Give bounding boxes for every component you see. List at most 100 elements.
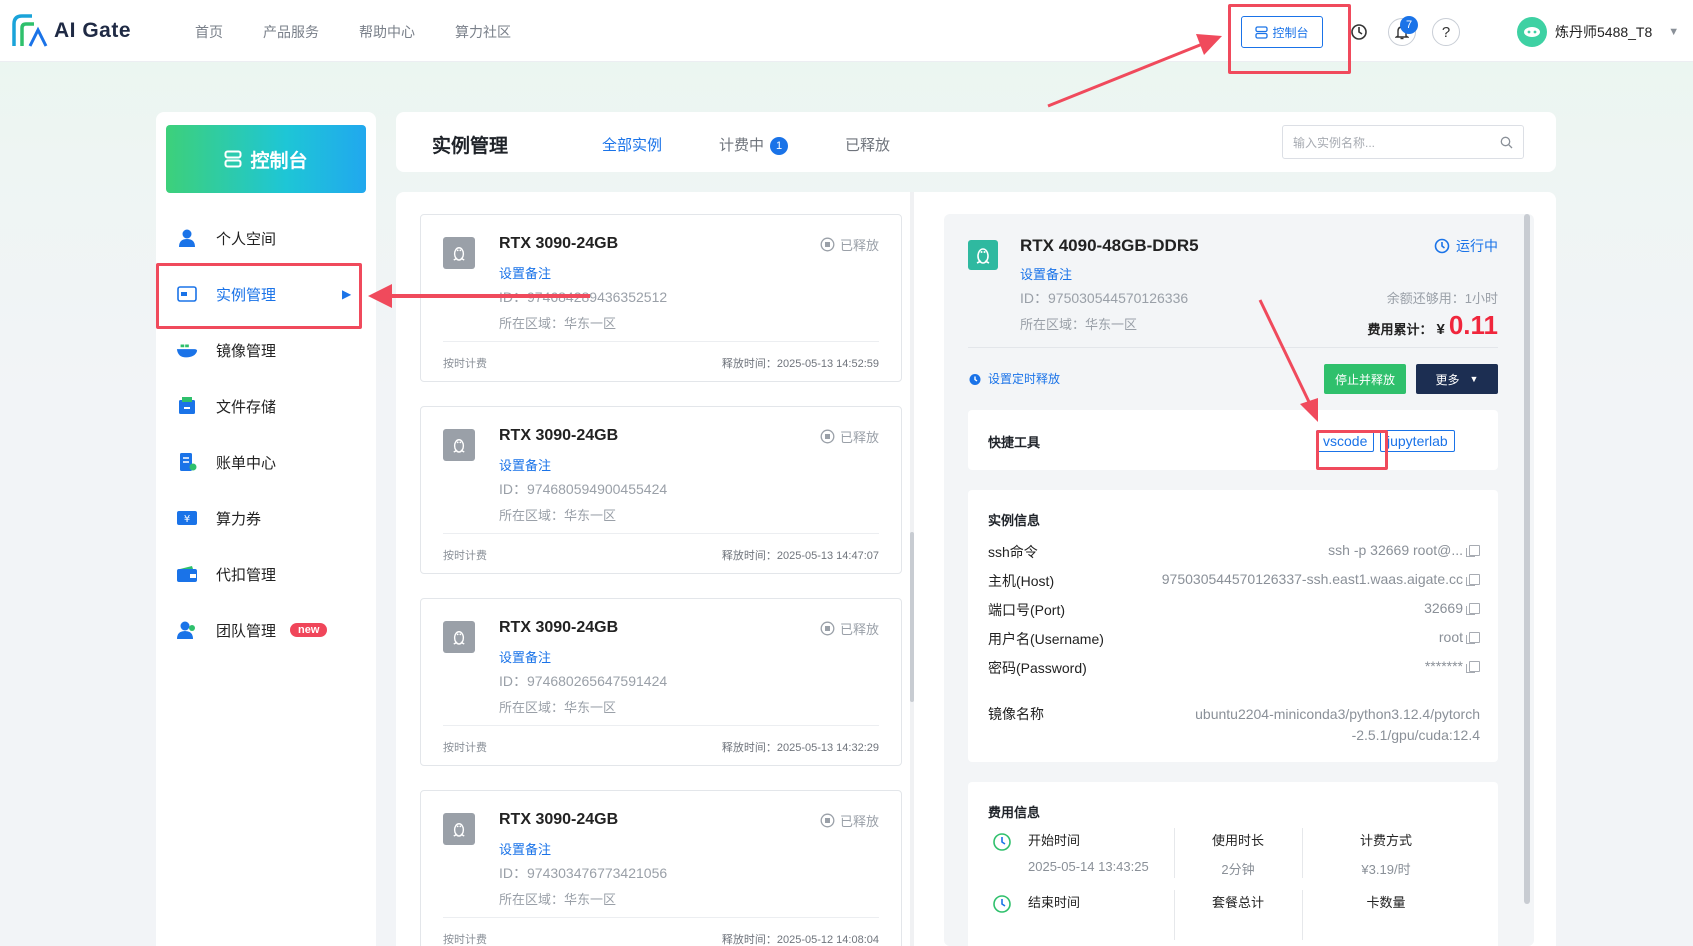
instance-card[interactable]: RTX 3090-24GB 设置备注 ID：974684289436352512… xyxy=(420,214,902,382)
card-count-label: 卡数量 xyxy=(1366,895,1406,910)
tab-billing-label: 计费中 xyxy=(719,137,765,154)
help-icon[interactable]: ? xyxy=(1432,18,1460,46)
fee-info: 费用信息 开始时间 2025-05-14 13:43:25 使用时长 2分钟 计… xyxy=(968,782,1498,946)
detail-scrollbar[interactable] xyxy=(1524,214,1532,946)
released-status: 已释放 xyxy=(820,235,879,254)
fee-info-title: 费用信息 xyxy=(988,805,1041,820)
start-time-icon xyxy=(993,833,1011,851)
running-status: 运行中 xyxy=(1434,236,1498,256)
set-note-link[interactable]: 设置备注 xyxy=(499,455,551,474)
top-nav: 首页 产品服务 帮助中心 算力社区 xyxy=(195,22,511,42)
linux-icon xyxy=(443,813,475,845)
nav-community[interactable]: 算力社区 xyxy=(455,22,511,42)
quick-tools: 快捷工具 vscode jupyterlab xyxy=(968,410,1498,470)
tab-all[interactable]: 全部实例 xyxy=(602,134,662,155)
info-value: 975030544570126337-ssh.east1.waas.aigate… xyxy=(1162,571,1480,587)
sidebar-item-bills[interactable]: 账单中心 xyxy=(156,434,376,490)
tab-billing[interactable]: 计费中 1 xyxy=(719,134,789,155)
info-value-text: root xyxy=(1438,629,1463,645)
copy-icon[interactable] xyxy=(1466,631,1480,644)
instance-card[interactable]: RTX 3090-24GB 设置备注 ID：974680594900455424… xyxy=(420,406,902,574)
status-label: 已释放 xyxy=(839,814,879,829)
instance-region: 所在区域：华东一区 xyxy=(499,892,617,907)
billing-method: 计费方式 ¥3.19/时 xyxy=(1336,830,1436,878)
divider xyxy=(443,917,879,918)
status-label: 已释放 xyxy=(839,622,879,637)
info-value-text: 32669 xyxy=(1424,600,1463,616)
divider xyxy=(443,533,879,534)
nav-home[interactable]: 首页 xyxy=(195,22,223,42)
end-time-label: 结束时间 xyxy=(1028,895,1081,910)
detail-set-note-link[interactable]: 设置备注 xyxy=(1020,264,1072,283)
sidebar-item-team[interactable]: 团队管理 new xyxy=(156,602,376,658)
search-input[interactable]: 输入实例名称... xyxy=(1282,125,1524,159)
sidebar-item-images[interactable]: 镜像管理 xyxy=(156,322,376,378)
sidebar-console-header[interactable]: 控制台 xyxy=(166,125,366,193)
sidebar-item-personal[interactable]: 个人空间 xyxy=(156,210,376,266)
user-menu[interactable]: 炼丹师5488_T8 ▼ xyxy=(1517,17,1679,47)
balance-remaining: 余额还够用：1小时 xyxy=(1386,291,1498,306)
more-button-label: 更多 xyxy=(1435,372,1460,387)
copy-icon[interactable] xyxy=(1466,544,1480,557)
storage-icon xyxy=(176,395,198,417)
nav-products[interactable]: 产品服务 xyxy=(263,22,319,42)
status-label: 已释放 xyxy=(839,238,879,253)
tab-released[interactable]: 已释放 xyxy=(845,134,890,155)
copy-icon[interactable] xyxy=(1466,602,1480,615)
stop-circle-icon xyxy=(820,813,835,828)
jupyterlab-button[interactable]: jupyterlab xyxy=(1380,430,1455,452)
sidebar-item-autopay[interactable]: 代扣管理 xyxy=(156,546,376,602)
copy-icon[interactable] xyxy=(1466,660,1480,673)
user-icon xyxy=(176,227,198,249)
sidebar-item-label: 个人空间 xyxy=(216,230,277,248)
info-value-text: ssh -p 32669 root@... xyxy=(1328,542,1463,558)
linux-icon xyxy=(443,621,475,653)
instance-id: ID：974680594900455424 xyxy=(499,481,668,497)
page-title: 实例管理 xyxy=(432,136,509,157)
info-key: 端口号(Port) xyxy=(988,602,1065,618)
sidebar-item-label: 镜像管理 xyxy=(216,342,277,360)
info-value-text: ******* xyxy=(1424,658,1463,674)
instance-name: RTX 3090-24GB xyxy=(499,811,619,828)
logo[interactable]: AI Gate xyxy=(10,12,131,50)
list-scrollbar[interactable] xyxy=(910,192,914,946)
sidebar-item-coupons[interactable]: ¥ 算力券 xyxy=(156,490,376,546)
duration: 使用时长 2分钟 xyxy=(1198,830,1278,878)
more-button[interactable]: 更多 ▼ xyxy=(1416,364,1498,394)
linux-icon xyxy=(443,237,475,269)
top-bar: AI Gate 首页 产品服务 帮助中心 算力社区 控制台 7 ? 炼丹师548… xyxy=(0,0,1693,62)
avatar xyxy=(1517,17,1547,47)
username: 炼丹师5488_T8 xyxy=(1555,24,1653,40)
instance-id: ID：974303476773421056 xyxy=(499,865,668,881)
info-row: ssh命令 ssh -p 32669 root@... xyxy=(988,542,1480,562)
divider xyxy=(1302,890,1303,940)
sidebar-item-storage[interactable]: 文件存储 xyxy=(156,378,376,434)
start-time-label: 开始时间 xyxy=(1028,833,1081,848)
billing-type: 按时计费 xyxy=(443,550,487,562)
package-total-label: 套餐总计 xyxy=(1211,895,1264,910)
info-key: ssh命令 xyxy=(988,544,1038,560)
set-timed-release[interactable]: 设置定时释放 xyxy=(968,370,1060,387)
status-label: 已释放 xyxy=(839,430,879,445)
set-note-link[interactable]: 设置备注 xyxy=(499,839,551,858)
detail-header: RTX 4090-48GB-DDR5 设置备注 ID：9750305445701… xyxy=(968,214,1498,348)
instance-card[interactable]: RTX 3090-24GB 设置备注 ID：974303476773421056… xyxy=(420,790,902,946)
stop-release-button[interactable]: 停止并释放 xyxy=(1324,364,1406,394)
instance-card[interactable]: RTX 3090-24GB 设置备注 ID：974680265647591424… xyxy=(420,598,902,766)
set-note-link[interactable]: 设置备注 xyxy=(499,263,551,282)
copy-icon[interactable] xyxy=(1466,573,1480,586)
stop-circle-icon xyxy=(820,621,835,636)
release-time: 释放时间：2025-05-13 14:52:59 xyxy=(721,358,879,370)
fee-accumulated: 费用累计： ¥ 0.11 xyxy=(1367,310,1498,341)
set-note-link[interactable]: 设置备注 xyxy=(499,647,551,666)
fee-amount: 0.11 xyxy=(1448,310,1498,340)
duration-label: 使用时长 xyxy=(1211,833,1264,848)
end-time: 结束时间 xyxy=(1028,892,1080,911)
info-row: 主机(Host) 975030544570126337-ssh.east1.wa… xyxy=(988,571,1480,591)
fee-label: 费用累计： xyxy=(1367,322,1433,337)
nav-help[interactable]: 帮助中心 xyxy=(359,22,415,42)
running-status-label: 运行中 xyxy=(1456,238,1498,254)
divider xyxy=(1174,890,1175,940)
instance-info-title: 实例信息 xyxy=(988,513,1041,528)
billing-type: 按时计费 xyxy=(443,742,487,754)
